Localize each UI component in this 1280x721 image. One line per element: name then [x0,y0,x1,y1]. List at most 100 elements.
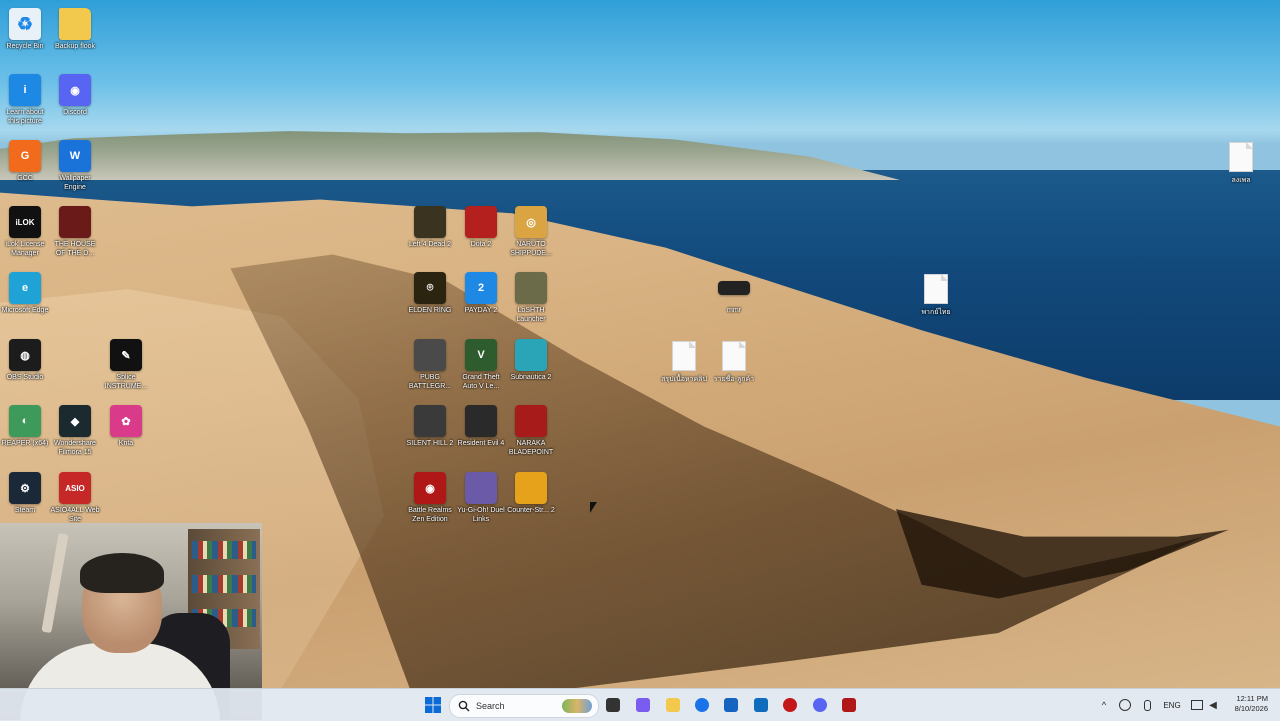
taskbar-file-explorer-button[interactable] [663,695,683,715]
task-view-icon [606,698,620,712]
wallpaper-hills [0,131,900,180]
language-label: ENG [1163,700,1181,710]
tray-network-app-icon[interactable] [1118,695,1132,715]
desktop-icon[interactable]: ◉ Battle Realms Zen Edition [405,472,455,524]
desktop-icon-label: OBS Studio [6,374,44,381]
file-explorer-icon [666,698,680,712]
discord-icon [813,698,827,712]
monitor-icon [1191,700,1203,710]
desktop-icon-label: Backup flook [54,43,96,50]
desktop-icon[interactable]: PUBG BATTLEGR... [405,339,455,391]
desktop-icon[interactable]: LoSHTH Launcher [506,272,556,324]
desktop-icon[interactable]: W Wallpaper Engine [50,140,100,192]
desktop-icon-label: ASIO4ALL Web Site [50,507,100,523]
desktop-icon[interactable]: Counter-Str... 2 [506,472,556,515]
search-icon [458,700,470,712]
search-input[interactable]: Search [449,694,599,718]
desktop-icon[interactable]: ✎ Splice INSTRUME... [101,339,151,391]
dota-icon [465,206,497,238]
desktop-icon-label: PAYDAY 2 [464,307,498,314]
taskbar-chrome-button[interactable] [692,695,712,715]
desktop-icon-label: ลงเพล [1231,177,1251,184]
taskbar: Search ^ ENG ◀ 12:11 PM 8/10/2026 [0,688,1280,721]
resident-evil-icon [465,405,497,437]
language-indicator[interactable]: ENG [1160,695,1184,715]
desktop-icon[interactable]: ◆ Wondershare Filmora 15 [50,405,100,457]
desktop-icon[interactable]: พากย์ไทย [911,272,961,317]
splice-icon: ✎ [110,339,142,371]
taskbar-calculator-button[interactable] [721,695,741,715]
desktop-icon[interactable]: V Grand Theft Auto V Le... [456,339,506,391]
desktop-icon-label: REAPER (x64) [1,440,49,447]
file-icon [672,341,696,371]
desktop-icon[interactable]: Subnautica 2 [506,339,556,382]
desktop-icon[interactable]: iLOK iLok License Manager [0,206,50,258]
desktop-icon-label: Recycle Bin [6,43,44,50]
info-icon: i [9,74,41,106]
desktop-icon[interactable]: ลงเพล [1216,140,1266,185]
steam-icon: ⚙ [9,472,41,504]
battle-realms-icon: ◉ [414,472,446,504]
desktop-icon-label: Learn about this picture [6,109,44,125]
microphone-icon [1143,699,1151,711]
desktop-icon-label: Wallpaper Engine [59,175,91,191]
desktop-icon-label: NARUTO SHIPPUDE... [510,241,552,257]
desktop-icon[interactable]: ⚙ Steam [0,472,50,515]
desktop-icon-label: LoSHTH Launcher [516,307,546,323]
taskbar-discord-button[interactable] [810,695,830,715]
desktop-icon[interactable]: ◎ NARUTO SHIPPUDE... [506,206,556,258]
desktop-icon[interactable]: NARAKA BLADEPOINT [506,405,556,457]
launcher-icon [515,272,547,304]
file-icon [722,341,746,371]
taskbar-outlook-button[interactable] [751,695,771,715]
desktop-icon[interactable]: ✿ Krita [101,405,151,448]
desktop-icon[interactable]: mmr [709,272,759,315]
desktop-icon-label: พากย์ไทย [921,309,951,316]
desktop-icon[interactable]: ASIO ASIO4ALL Web Site [50,472,100,524]
desktop-icon[interactable]: ♻ Recycle Bin [0,8,50,51]
desktop-icon[interactable]: สรุปเนื้อหาคลิป [659,339,709,384]
taskbar-copilot-button[interactable] [633,695,653,715]
gta-icon: V [465,339,497,371]
start-button[interactable] [423,695,443,715]
counter-strike-icon [515,472,547,504]
obs-icon: ◍ [9,339,41,371]
desktop-icon-label: SILENT HILL 2 [406,440,454,447]
taskbar-task-view-button[interactable] [603,695,623,715]
desktop-icon-label: iLok License Manager [5,241,45,257]
desktop-icon[interactable]: ◍ OBS Studio [0,339,50,382]
game-icon [414,206,446,238]
tray-circle-icon [1119,699,1131,711]
desktop-icon[interactable]: Left 4 Dead 2 [405,206,455,249]
desktop-icon-label: Wondershare Filmora 15 [54,440,96,456]
tray-mic-button[interactable] [1140,695,1154,715]
taskbar-app-button[interactable] [839,695,859,715]
elden-ring-icon: ⌾ [414,272,446,304]
desktop-icon[interactable]: Yu-Gi-Oh! Duel Links [456,472,506,524]
file-dark-icon [718,281,750,295]
desktop-icon[interactable]: Dota 2 [456,206,506,249]
subnautica-icon [515,339,547,371]
desktop-icon[interactable]: ◐ REAPER (x64) [0,405,50,448]
volume-button[interactable]: ◀ [1206,695,1220,715]
desktop-icon[interactable]: SILENT HILL 2 [405,405,455,448]
clock-date: 8/10/2026 [1234,704,1268,713]
desktop-icon[interactable]: THE HOUSE OF THE D... [50,206,100,258]
desktop-icon[interactable]: 2 PAYDAY 2 [456,272,506,315]
desktop-icon[interactable]: ⌾ ELDEN RING [405,272,455,315]
start-icon [425,697,441,713]
desktop-icon[interactable]: Resident Evil 4 [456,405,506,448]
taskbar-record-button[interactable] [780,695,800,715]
desktop-icon[interactable]: G GCC [0,140,50,183]
tray-overflow-button[interactable]: ^ [1098,695,1110,715]
desktop-icon[interactable]: Backup flook [50,8,100,51]
network-button[interactable] [1190,695,1204,715]
mouse-cursor [590,502,597,513]
desktop-icon-label: NARAKA BLADEPOINT [508,440,554,456]
desktop-icon[interactable]: รายชื่อ-ลูกค้า [709,339,759,384]
calculator-icon [724,698,738,712]
desktop-icon[interactable]: e Microsoft Edge [0,272,50,315]
desktop-icon[interactable]: ◉ Discord [50,74,100,117]
desktop-icon[interactable]: i Learn about this picture [0,74,50,126]
clock[interactable]: 12:11 PM 8/10/2026 [1235,694,1268,714]
